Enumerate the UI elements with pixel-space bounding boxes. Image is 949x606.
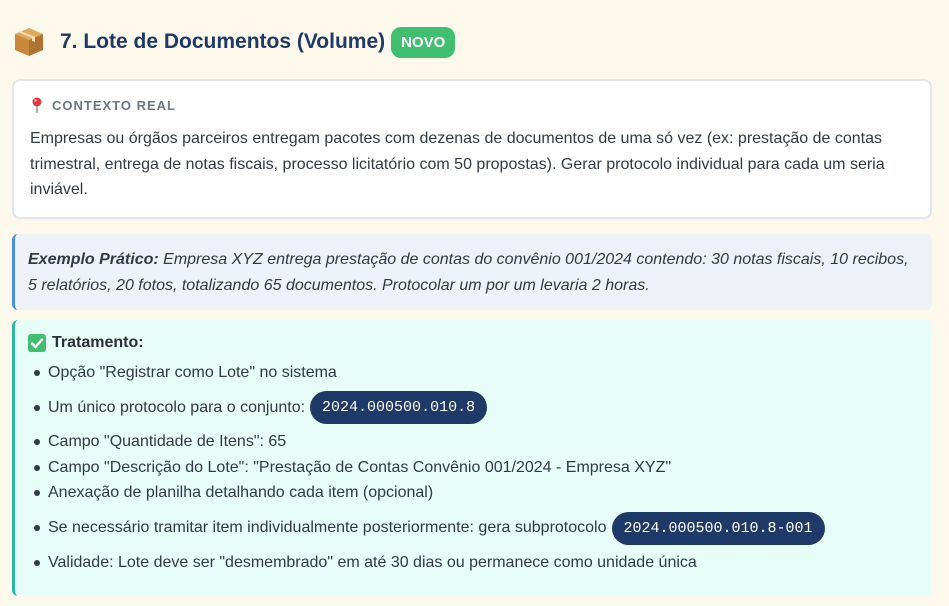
example-text: Empresa XYZ entrega prestação de contas … [28, 251, 909, 294]
context-card: CONTEXTO REAL Empresas ou órgãos parceir… [12, 79, 932, 219]
example-label: Exemplo Prático: [28, 251, 159, 268]
list-item: Um único protocolo para o conjunto: 2024… [34, 390, 918, 426]
protocol-code: 2024.000500.010.8 [310, 391, 488, 424]
list-item: Anexação de planilha detalhando cada ite… [34, 481, 918, 507]
list-item: Campo "Quantidade de Itens": 65 [34, 430, 918, 456]
package-icon [12, 25, 46, 59]
list-item: Se necessário tramitar item individualme… [34, 510, 918, 546]
treatment-header: Tratamento: [28, 334, 918, 352]
context-label-text: CONTEXTO REAL [52, 97, 176, 113]
check-icon [28, 334, 46, 352]
list-item: Campo "Descrição do Lote": "Prestação de… [34, 455, 918, 481]
treatment-box: Tratamento: Opção "Registrar como Lote" … [12, 320, 932, 596]
treatment-list: Opção "Registrar como Lote" no sistema U… [34, 360, 918, 576]
example-box: Exemplo Prático: Empresa XYZ entrega pre… [12, 234, 932, 310]
page-title: 7. Lote de Documentos (Volume) [60, 30, 386, 53]
treatment-title: Tratamento: [52, 334, 144, 351]
subprotocol-code: 2024.000500.010.8-001 [611, 511, 825, 545]
list-item: Validade: Lote deve ser "desmembrado" em… [34, 550, 918, 576]
pin-icon [30, 97, 44, 113]
section-header: 7. Lote de Documentos (Volume) NOVO [12, 24, 456, 60]
new-badge: NOVO [391, 26, 456, 58]
context-label: CONTEXTO REAL [30, 97, 914, 113]
context-text: Empresas ou órgãos parceiros entregam pa… [30, 130, 885, 198]
list-item: Opção "Registrar como Lote" no sistema [34, 360, 918, 386]
